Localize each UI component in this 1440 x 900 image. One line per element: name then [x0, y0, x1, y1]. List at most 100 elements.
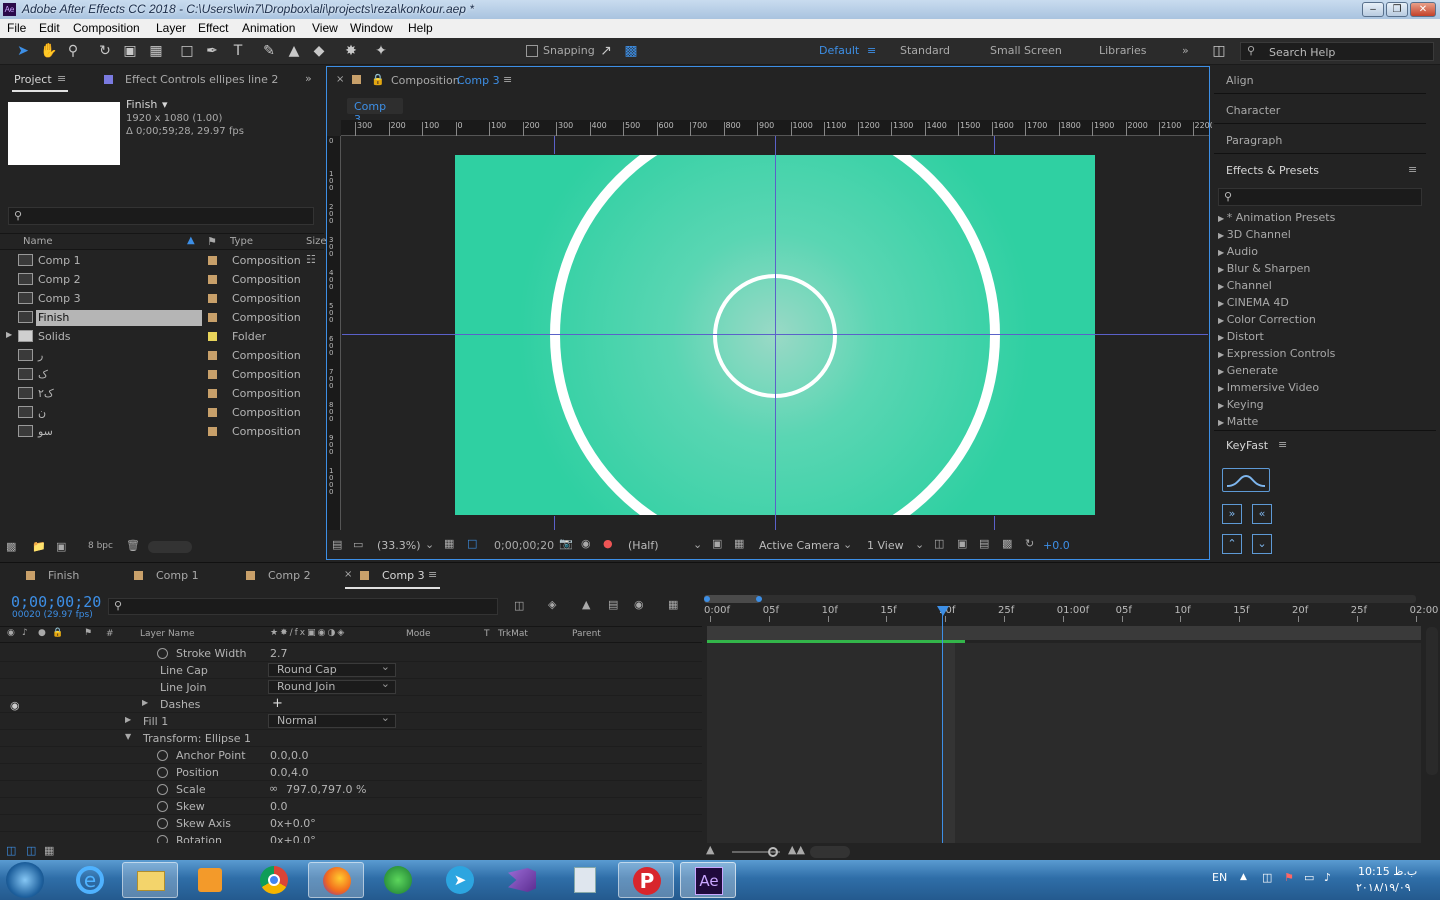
- project-item[interactable]: ک۲ Composition: [0, 384, 304, 403]
- keyfast-panel-header[interactable]: KeyFast: [1226, 439, 1268, 452]
- tab-effect-controls[interactable]: Effect Controls ellipes line 2: [125, 73, 278, 86]
- snapshot-camera-icon[interactable]: 📷: [559, 537, 573, 550]
- property-value[interactable]: 2.7: [270, 647, 288, 660]
- chevron-down-icon[interactable]: ⌄: [915, 538, 924, 551]
- parent-column[interactable]: Parent: [572, 629, 601, 639]
- camera-view-select[interactable]: Active Camera: [759, 539, 840, 552]
- time-navigator-handle[interactable]: [704, 595, 760, 603]
- label-color-swatch[interactable]: [208, 389, 217, 398]
- timeline-tab[interactable]: Comp 2: [268, 569, 311, 582]
- composition-tab-prefix[interactable]: Composition: [391, 74, 460, 87]
- roto-brush-tool-icon[interactable]: ✸: [342, 42, 360, 60]
- composition-viewer[interactable]: [342, 136, 1208, 530]
- menu-effect[interactable]: Effect: [198, 21, 228, 35]
- more-workspaces-icon[interactable]: »: [1182, 44, 1189, 57]
- reset-exposure-icon[interactable]: ↻: [1025, 537, 1034, 550]
- keyfast-menu-icon[interactable]: ≡: [1278, 438, 1287, 451]
- chevron-down-icon[interactable]: ▾: [162, 98, 168, 111]
- layer-tracks[interactable]: [707, 643, 1421, 843]
- zoom-in-icon[interactable]: ▲▲: [788, 843, 805, 856]
- property-value[interactable]: 0.0: [270, 800, 288, 813]
- label-color-swatch[interactable]: [208, 294, 217, 303]
- menu-layer[interactable]: Layer: [156, 21, 186, 35]
- composition-tab-name[interactable]: Comp 3: [457, 74, 500, 87]
- stopwatch-icon[interactable]: [157, 750, 168, 761]
- project-item[interactable]: Finish Composition: [0, 308, 304, 327]
- maximize-button[interactable]: ❐: [1386, 2, 1408, 17]
- fast-previews-icon[interactable]: ▣: [957, 537, 967, 550]
- effects-category[interactable]: ▶ Channel: [1218, 279, 1272, 292]
- effects-search-input[interactable]: ⚲: [1218, 188, 1422, 206]
- after-effects-taskbar-icon[interactable]: Ae: [680, 862, 736, 898]
- camera-tool-icon[interactable]: ▣: [121, 42, 139, 60]
- property-row[interactable]: ▼ Transform: Ellipse 1: [0, 730, 702, 747]
- transfer-controls-icon[interactable]: ◫: [26, 844, 36, 857]
- pen-tool-icon[interactable]: ✒: [203, 42, 221, 60]
- hand-tool-icon[interactable]: ✋: [40, 42, 58, 60]
- firefox-icon[interactable]: [308, 862, 364, 898]
- always-preview-icon[interactable]: ▤: [332, 538, 342, 551]
- effects-menu-icon[interactable]: ≡: [1408, 163, 1417, 176]
- audio-icon[interactable]: ♪: [22, 628, 28, 638]
- character-panel-header[interactable]: Character: [1214, 96, 1426, 124]
- video-visibility-icon[interactable]: ◉: [7, 628, 15, 638]
- property-value[interactable]: 0.0,4.0: [270, 766, 308, 779]
- internet-explorer-icon[interactable]: e: [62, 862, 118, 898]
- ease-up-icon[interactable]: ⌃: [1222, 534, 1242, 554]
- stopwatch-icon[interactable]: [157, 784, 168, 795]
- composition-menu-icon[interactable]: ≡: [503, 73, 512, 86]
- layer-switches-icon[interactable]: ◫: [6, 844, 16, 857]
- snapping-checkbox[interactable]: [526, 45, 538, 57]
- new-composition-icon[interactable]: ▣: [56, 540, 66, 553]
- property-row[interactable]: Scale ∞ 797.0,797.0 %: [0, 781, 702, 798]
- property-dropdown[interactable]: Normal: [268, 712, 396, 728]
- mode-column[interactable]: Mode: [406, 629, 431, 639]
- frame-blending-icon[interactable]: ▤: [608, 598, 618, 611]
- motion-blur-icon[interactable]: ◉: [634, 598, 644, 611]
- effects-category[interactable]: ▶ Color Correction: [1218, 313, 1316, 326]
- time-ruler[interactable]: 0:00f 05f 10f 15f 20f 25f 01:00f 05f 10f 15f 20f 25…: [702, 604, 1438, 622]
- flowchart-icon[interactable]: ▩: [1002, 537, 1012, 550]
- sort-ascending-icon[interactable]: ▲: [187, 235, 195, 246]
- vertical-guide[interactable]: [775, 136, 776, 530]
- zoom-tool-icon[interactable]: ⚲: [64, 42, 82, 60]
- window-sync-icon[interactable]: ◫: [1210, 42, 1228, 60]
- align-panel-header[interactable]: Align: [1214, 66, 1426, 94]
- brush-tool-icon[interactable]: ✎: [260, 42, 278, 60]
- effects-category[interactable]: ▶ * Animation Presets: [1218, 211, 1335, 224]
- menu-composition[interactable]: Composition: [73, 21, 140, 35]
- bit-depth-label[interactable]: 8 bpc: [88, 541, 113, 551]
- property-dropdown[interactable]: Round Cap: [268, 661, 396, 677]
- property-value[interactable]: 797.0,797.0 %: [286, 783, 366, 796]
- timeline-tab[interactable]: Finish: [48, 569, 79, 582]
- timeline-link-icon[interactable]: ▤: [979, 537, 989, 550]
- pan-behind-tool-icon[interactable]: ▦: [147, 42, 165, 60]
- property-value[interactable]: 0.0,0.0: [270, 749, 308, 762]
- psiphon-icon[interactable]: P: [618, 862, 674, 898]
- timeline-search-input[interactable]: ⚲: [108, 598, 498, 615]
- flowchart-icon[interactable]: ☷: [306, 253, 316, 266]
- label-color-swatch[interactable]: [208, 427, 217, 436]
- chevron-down-icon[interactable]: ⌄: [693, 538, 702, 551]
- action-center-icon[interactable]: ⚑: [1284, 871, 1294, 884]
- menu-view[interactable]: View: [312, 21, 338, 35]
- language-indicator[interactable]: EN: [1212, 871, 1227, 884]
- monitor-tray-icon[interactable]: ▭: [1304, 871, 1314, 884]
- property-row[interactable]: ▶ Dashes +: [0, 696, 702, 713]
- clock-time[interactable]: 10:15 ب.ظ: [1358, 865, 1417, 878]
- label-color-swatch[interactable]: [208, 275, 217, 284]
- calculator-icon[interactable]: [556, 862, 612, 898]
- project-item[interactable]: Comp 2 Composition: [0, 270, 304, 289]
- label-color-swatch[interactable]: [208, 256, 217, 265]
- mask-visibility-icon[interactable]: □: [467, 537, 477, 550]
- twirl-arrow-icon[interactable]: ▶: [125, 715, 131, 724]
- network-tray-icon[interactable]: ◫: [1262, 871, 1272, 884]
- workspace-menu-icon[interactable]: ≡: [867, 44, 876, 57]
- ease-down-icon[interactable]: ⌄: [1252, 534, 1272, 554]
- snap-edges-icon[interactable]: ▩: [622, 42, 640, 60]
- project-search-input[interactable]: ⚲: [8, 207, 314, 225]
- property-row[interactable]: Line Cap Round Cap: [0, 661, 702, 679]
- clone-stamp-tool-icon[interactable]: ▲: [285, 42, 303, 60]
- comp-navigator-tab[interactable]: Comp 3: [347, 98, 403, 126]
- exposure-value[interactable]: +0.0: [1043, 539, 1070, 552]
